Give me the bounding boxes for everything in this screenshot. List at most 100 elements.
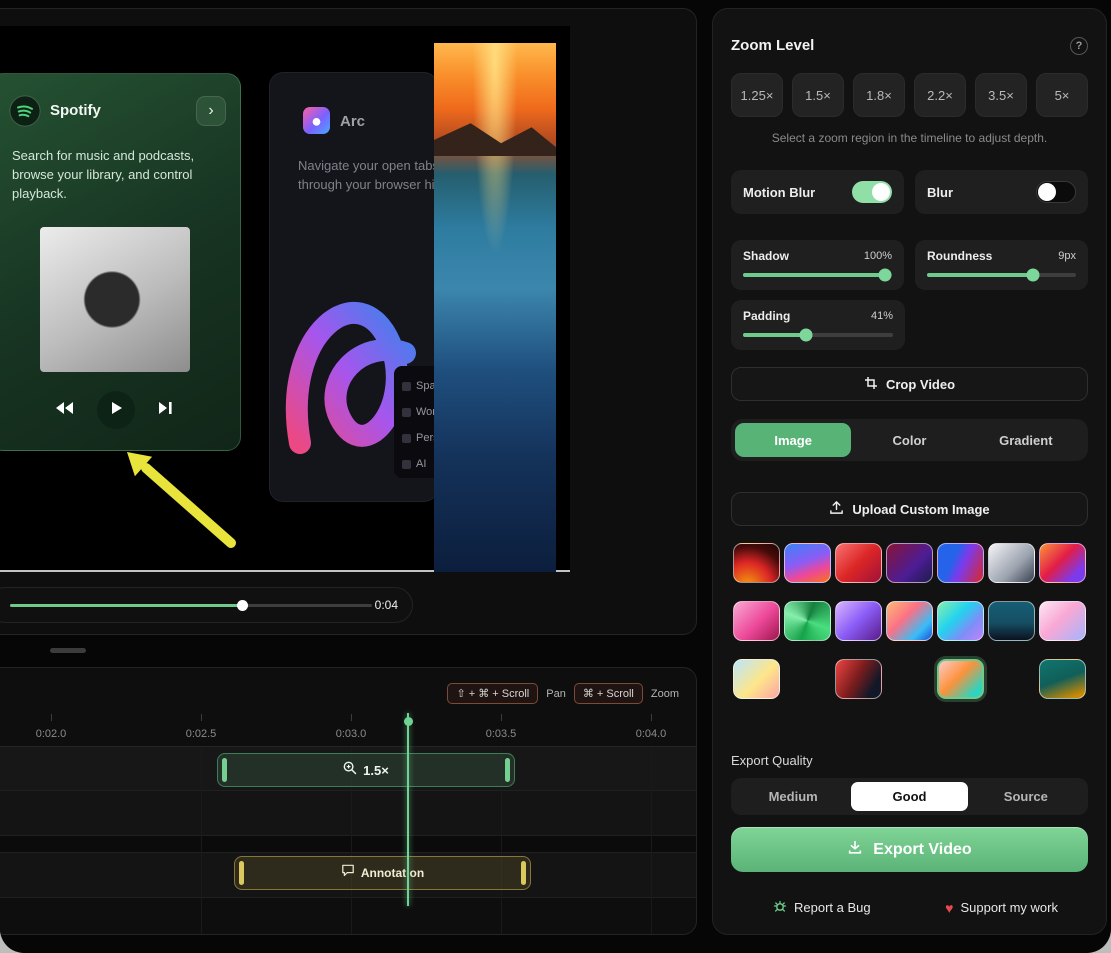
zoom-option-button[interactable]: 3.5× — [975, 73, 1027, 117]
shadow-card: Shadow 100% — [731, 240, 904, 290]
background-thumbnail[interactable] — [835, 543, 882, 583]
timeline-gridline — [201, 747, 202, 934]
heart-icon: ♥ — [945, 900, 953, 916]
menu-item-icon — [402, 408, 411, 417]
segment-left-handle[interactable] — [239, 861, 244, 885]
motion-blur-toggle[interactable] — [852, 181, 892, 203]
zoom-segment-label: 1.5× — [363, 763, 389, 778]
ruler-label: 0:03.0 — [336, 728, 367, 740]
video-canvas[interactable]: Spotify › Search for music and podcasts,… — [0, 26, 570, 572]
background-thumbnail[interactable] — [937, 543, 984, 583]
background-thumbnail[interactable] — [733, 543, 780, 583]
report-bug-link[interactable]: Report a Bug — [773, 899, 871, 916]
play-icon — [109, 401, 123, 420]
sunset-wallpaper-strip — [434, 43, 556, 572]
background-thumbnail[interactable] — [784, 601, 831, 641]
support-link[interactable]: ♥ Support my work — [945, 899, 1058, 916]
tab-color[interactable]: Color — [851, 423, 967, 457]
arc-browser-icon — [303, 107, 330, 134]
export-video-button[interactable]: Export Video — [731, 827, 1088, 872]
scrubber-progress — [10, 604, 242, 607]
background-thumbnail[interactable] — [733, 659, 780, 699]
spotify-icon — [9, 95, 41, 132]
quality-good[interactable]: Good — [851, 782, 967, 811]
slider-knob[interactable] — [800, 329, 813, 342]
playhead-handle[interactable] — [404, 717, 413, 726]
help-icon[interactable]: ? — [1070, 37, 1088, 55]
bug-icon — [773, 899, 787, 916]
background-thumbnail[interactable] — [988, 543, 1035, 583]
background-thumbnail[interactable] — [1039, 659, 1086, 699]
roundness-slider[interactable] — [927, 273, 1076, 277]
crop-video-button[interactable]: Crop Video — [731, 367, 1088, 401]
quality-medium[interactable]: Medium — [735, 782, 851, 811]
blur-toggle[interactable] — [1036, 181, 1076, 203]
padding-slider[interactable] — [743, 333, 893, 337]
segment-left-handle[interactable] — [222, 758, 227, 782]
export-quality-label: Export Quality — [731, 753, 1088, 768]
download-icon — [847, 839, 863, 860]
skip-forward-icon[interactable] — [157, 401, 176, 419]
zoom-option-button[interactable]: 2.2× — [914, 73, 966, 117]
panel-resize-handle[interactable] — [50, 648, 86, 653]
timeline-panel: ⇧ + ⌘ + Scroll Pan ⌘ + Scroll Zoom 0:02.… — [0, 667, 697, 935]
slider-knob[interactable] — [878, 269, 891, 282]
playback-controls — [0, 391, 242, 429]
arc-desc-line2: through your browser hi — [298, 175, 436, 194]
zoom-segment[interactable]: 1.5× — [217, 753, 515, 787]
video-preview-panel: Spotify › Search for music and podcasts,… — [0, 8, 697, 635]
background-thumbnail[interactable] — [835, 601, 882, 641]
zoom-shortcut-keys: ⌘ + Scroll — [574, 683, 643, 704]
skip-back-icon[interactable] — [56, 401, 75, 419]
mountain-ridge — [434, 116, 556, 156]
segment-right-handle[interactable] — [505, 758, 510, 782]
timeline-shortcut-hints: ⇧ + ⌘ + Scroll Pan ⌘ + Scroll Zoom — [447, 683, 679, 704]
background-thumbnail[interactable] — [835, 659, 882, 699]
quality-source[interactable]: Source — [968, 782, 1084, 811]
background-thumbnail[interactable] — [886, 543, 933, 583]
zoom-option-button[interactable]: 1.25× — [731, 73, 783, 117]
ruler-label: 0:02.0 — [36, 728, 67, 740]
zoom-option-button[interactable]: 5× — [1036, 73, 1088, 117]
zoom-option-button[interactable]: 1.5× — [792, 73, 844, 117]
slider-knob[interactable] — [1026, 269, 1039, 282]
background-thumbnail[interactable] — [1039, 601, 1086, 641]
crop-video-label: Crop Video — [886, 377, 955, 392]
playback-scrubber[interactable]: 0:04 — [0, 587, 413, 623]
tab-image[interactable]: Image — [735, 423, 851, 457]
background-thumbnail[interactable] — [937, 601, 984, 641]
background-thumbnail[interactable] — [1039, 543, 1086, 583]
upload-custom-image-label: Upload Custom Image — [852, 502, 989, 517]
shadow-slider[interactable] — [743, 273, 892, 277]
arc-card-title: Arc — [340, 113, 365, 130]
background-thumbnail[interactable] — [886, 601, 933, 641]
shadow-label: Shadow — [743, 249, 789, 263]
background-thumbnail[interactable] — [988, 601, 1035, 641]
elapsed-time: 0:04 — [375, 598, 398, 612]
ruler-label: 0:04.0 — [636, 728, 667, 740]
spotify-open-button[interactable]: › — [196, 96, 226, 126]
padding-value: 41% — [871, 310, 893, 322]
timeline-track-2[interactable] — [0, 791, 696, 836]
roundness-card: Roundness 9px — [915, 240, 1088, 290]
playhead[interactable] — [407, 713, 409, 906]
zoom-option-button[interactable]: 1.8× — [853, 73, 905, 117]
background-thumbnail-selected[interactable] — [937, 659, 984, 699]
annotation-segment[interactable]: Annotation — [234, 856, 531, 890]
spotify-card: Spotify › Search for music and podcasts,… — [0, 73, 241, 451]
background-thumbnail[interactable] — [733, 601, 780, 641]
zoom-level-title: Zoom Level — [731, 37, 814, 54]
tab-gradient[interactable]: Gradient — [968, 423, 1084, 457]
album-art — [40, 227, 190, 372]
upload-custom-image-button[interactable]: Upload Custom Image — [731, 492, 1088, 526]
app-window: Spotify › Search for music and podcasts,… — [0, 0, 1111, 953]
scrubber-handle[interactable] — [237, 600, 248, 611]
play-button[interactable] — [97, 391, 135, 429]
arc-desc-line1: Navigate your open tabs — [298, 156, 436, 175]
ruler-tick — [501, 714, 502, 721]
toggle-knob — [872, 183, 890, 201]
wallpaper-grid — [731, 543, 1088, 699]
padding-card: Padding 41% — [731, 300, 905, 350]
segment-right-handle[interactable] — [521, 861, 526, 885]
background-thumbnail[interactable] — [784, 543, 831, 583]
